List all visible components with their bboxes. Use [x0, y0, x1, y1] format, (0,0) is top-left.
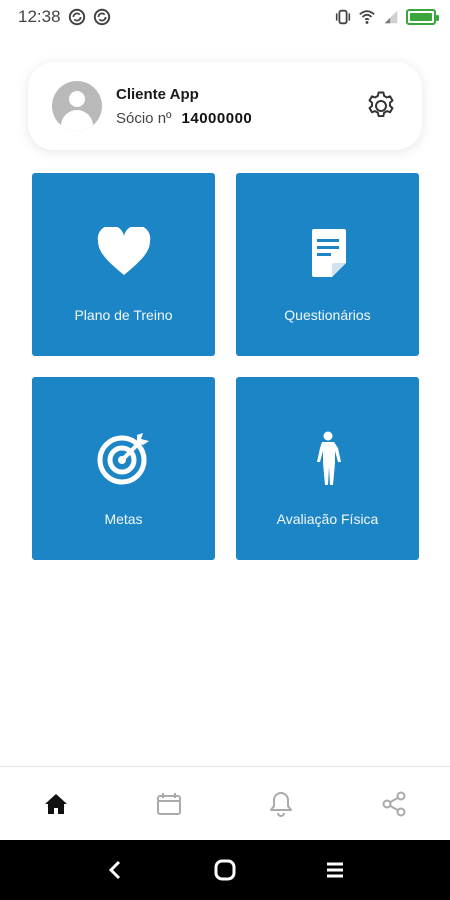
tile-questionarios[interactable]: Questionários: [236, 173, 419, 356]
heart-icon: [97, 227, 150, 275]
body-icon: [316, 431, 341, 485]
tile-label: Avaliação Física: [276, 511, 379, 527]
nav-home[interactable]: [26, 774, 86, 834]
target-icon: [97, 433, 149, 485]
sync-icon: [93, 8, 110, 26]
sync-icon: [68, 8, 85, 26]
status-time: 12:38: [18, 7, 61, 26]
tile-label: Plano de Treino: [74, 307, 173, 323]
system-back-button[interactable]: [95, 850, 135, 890]
wifi-icon: [359, 10, 375, 24]
signal-icon: [384, 10, 398, 24]
nav-calendar[interactable]: [139, 774, 199, 834]
home-circle-icon: [214, 859, 236, 881]
member-number: 14000000: [181, 109, 253, 127]
member-label: Sócio nº: [116, 109, 172, 127]
avatar: [52, 81, 102, 131]
recents-icon: [327, 862, 343, 878]
profile-name: Cliente App: [116, 85, 199, 103]
tile-plano-de-treino[interactable]: Plano de Treino: [32, 173, 215, 356]
back-icon: [108, 860, 121, 880]
tile-avaliacao-fisica[interactable]: Avaliação Física: [236, 377, 419, 560]
nav-share[interactable]: [364, 774, 424, 834]
system-home-button[interactable]: [205, 850, 245, 890]
bell-icon: [270, 791, 293, 817]
app-screen: 12:38 Cliente App Sócio nº 14000000 Plan…: [0, 0, 450, 900]
member-info: Sócio nº 14000000: [116, 110, 364, 127]
document-icon: [311, 229, 346, 277]
status-bar: 12:38: [0, 0, 450, 34]
profile-card: Cliente App Sócio nº 14000000: [28, 62, 422, 150]
vibrate-icon: [335, 9, 351, 25]
nav-notifications[interactable]: [251, 774, 311, 834]
tile-label: Questionários: [284, 307, 371, 323]
tile-metas[interactable]: Metas: [32, 377, 215, 560]
battery-icon: [406, 9, 439, 25]
bottom-navigation: [0, 766, 450, 840]
system-navigation-bar: [0, 840, 450, 900]
tile-label: Metas: [104, 511, 143, 527]
calendar-icon: [156, 792, 181, 815]
share-icon: [382, 791, 406, 816]
system-recents-button[interactable]: [315, 850, 355, 890]
home-icon: [45, 793, 68, 814]
gear-icon[interactable]: [364, 89, 398, 123]
